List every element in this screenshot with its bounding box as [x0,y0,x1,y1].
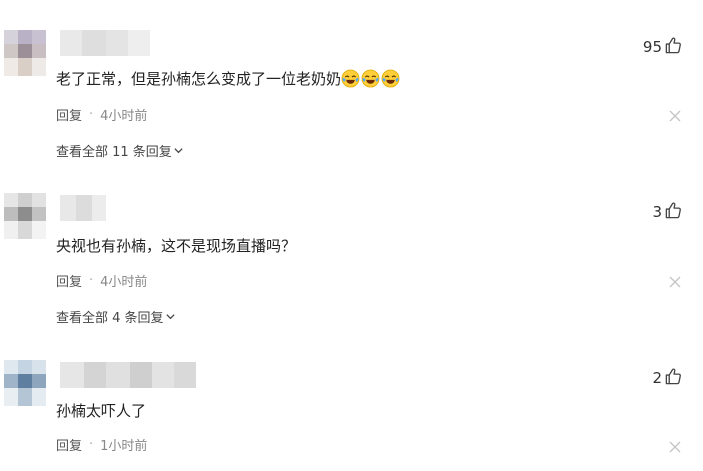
comment-item: 95 老了正常，但是孙楠怎么变成了一位老奶奶 回复 · 4小时前 查看全部 11… [0,0,703,160]
crying-laughing-emoji-group [341,69,401,88]
separator-dot: · [89,437,94,452]
comment-meta: 回复 · 4小时前 [56,105,147,124]
avatar[interactable] [4,30,46,76]
like-button[interactable]: 3 [652,201,683,223]
username-blurred[interactable] [60,362,196,388]
comment-time: 1小时前 [100,439,148,454]
comment-meta: 回复 · 1小时前 [56,435,147,454]
chevron-down-icon [165,314,175,320]
comment-time: 4小时前 [100,109,148,124]
close-icon[interactable] [669,273,681,288]
chevron-down-icon [174,148,183,154]
comment-time: 4小时前 [100,275,148,290]
comment-item: 3 央视也有孙楠，这不是现场直播吗？ 回复 · 4小时前 查看全部 4 条回复 [0,166,703,326]
reply-button[interactable]: 回复 [56,271,82,290]
thumbs-up-icon [664,367,683,390]
view-all-replies-label: 查看全部 11 条回复 [56,145,172,160]
avatar[interactable] [4,193,46,239]
separator-dot: · [89,107,94,122]
comment-text: 孙楠太吓人了 [56,402,147,420]
like-count: 3 [652,203,662,221]
like-button[interactable]: 95 [643,36,683,58]
reply-button[interactable]: 回复 [56,435,82,454]
view-all-replies-label: 查看全部 4 条回复 [56,311,164,326]
thumbs-up-icon [664,201,683,224]
thumbs-up-icon [664,36,683,59]
close-icon[interactable] [669,438,681,453]
like-count: 95 [642,38,662,56]
username-blurred[interactable] [60,30,150,56]
view-all-replies-button[interactable]: 查看全部 11 条回复 [56,141,184,160]
comment-meta: 回复 · 4小时前 [56,271,147,290]
reply-button[interactable]: 回复 [56,105,82,124]
comment-text: 老了正常，但是孙楠怎么变成了一位老奶奶 [56,68,401,89]
view-all-replies-button[interactable]: 查看全部 4 条回复 [56,307,176,326]
like-count: 2 [652,369,662,387]
comment-item: 2 孙楠太吓人了 回复 · 1小时前 [0,332,703,471]
close-icon[interactable] [669,107,681,122]
like-button[interactable]: 2 [652,367,683,389]
comment-text: 央视也有孙楠，这不是现场直播吗？ [56,237,297,255]
separator-dot: · [89,273,94,288]
avatar[interactable] [4,360,46,406]
username-blurred[interactable] [60,195,106,221]
